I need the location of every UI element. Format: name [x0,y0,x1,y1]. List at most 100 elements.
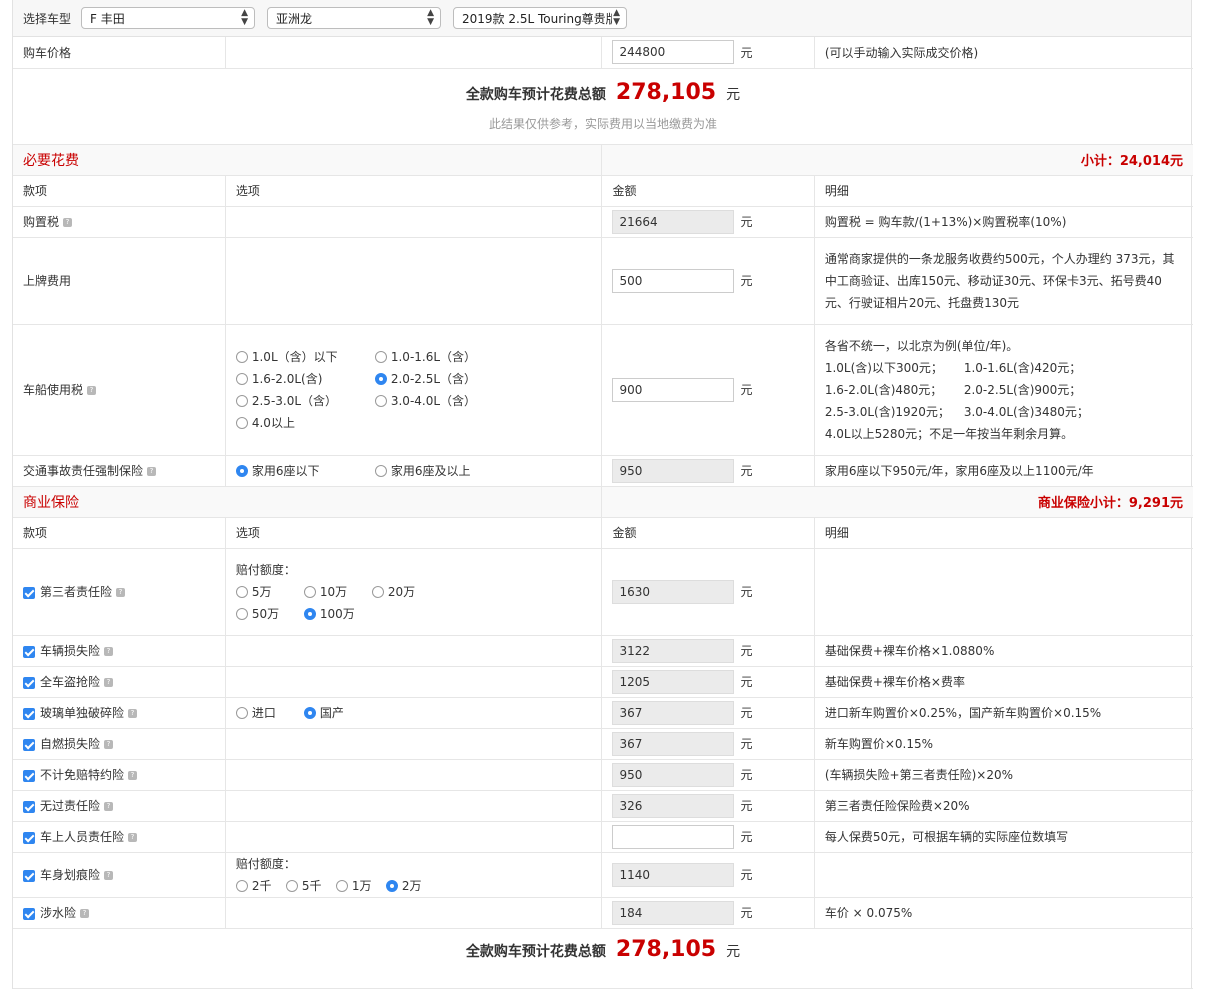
water-input: 184 [612,900,735,925]
coverage-option[interactable]: 10万 [303,581,372,603]
checkbox-checked-icon[interactable] [23,676,35,689]
price-input[interactable]: 244800 [612,40,735,65]
help-icon[interactable]: ? [128,833,138,842]
radio-icon [374,395,387,407]
glass-option[interactable]: 进口 [235,702,304,724]
required-section-title: 必要花费 [13,144,603,176]
summary-label: 全款购车预计花费总额 [465,87,606,103]
radio-icon [285,880,298,892]
option-label: 进口 [251,705,276,720]
fire-input: 367 [612,731,735,756]
scratch-option[interactable]: 5千 [285,875,336,897]
model-select-value: 2019款 2.5L Touring尊贵版 | [462,11,613,26]
purchase-tax-label: 购置税 [23,215,60,229]
scratch-option[interactable]: 2万 [385,875,422,897]
radio-icon [335,880,348,892]
help-icon[interactable]: ? [104,678,114,687]
car-cost-calculator: 选择车型 F 丰田 ▲ ▼ 亚洲龙 ▲ ▼ 2019款 2.5L Touring尊贵版 … [12,0,1193,989]
unit-label: 元 [740,868,753,882]
glass-option[interactable]: 国产 [303,702,344,724]
passenger-input[interactable] [612,824,735,849]
detail-line: 2.0-2.5L(含)900元； [963,382,1082,397]
radio-icon [303,586,316,598]
unit-label: 元 [740,830,753,844]
vehicle-tax-label: 车船使用税 [23,383,84,397]
required-column-headers: 款项 选项 金额 明细 [13,175,1193,207]
select-arrows-icon: ▲ ▼ [427,8,435,27]
unit-label: 元 [740,675,753,689]
help-icon[interactable]: ? [128,709,138,718]
checkbox-checked-icon[interactable] [23,831,35,844]
radio-icon [235,880,248,892]
help-icon[interactable]: ? [104,871,114,880]
compulsory-option[interactable]: 家用6座及以上 [374,460,471,482]
brand-select[interactable]: F 丰田 ▲ ▼ [81,7,256,29]
unit-label: 元 [740,215,753,229]
radio-icon [371,586,384,598]
coverage-option[interactable]: 5万 [235,581,304,603]
plate-fee-input[interactable]: 500 [612,268,735,293]
detail-line: 4.0L以上5280元；不足一年按当年剩余月算。 [824,426,1074,441]
price-note: (可以手动输入实际成交价格) [814,37,1193,69]
unit-label: 元 [740,644,753,658]
option-label: 家用6座以下 [251,463,320,478]
footer-summary-label: 全款购车预计花费总额 [465,943,606,960]
compulsory-input: 950 [612,458,735,483]
option-label: 50万 [251,606,280,621]
radio-icon [374,351,387,363]
summary-unit: 元 [726,87,741,103]
vehicle-tax-option[interactable]: 1.6-2.0L(含) [235,368,375,390]
unit-label: 元 [740,768,753,782]
model-select[interactable]: 2019款 2.5L Touring尊贵版 | ▲ ▼ [453,7,628,29]
checkbox-checked-icon[interactable] [23,869,35,882]
radio-icon [235,351,248,363]
option-label: 20万 [387,584,416,599]
footer-summary-unit: 元 [726,943,741,960]
coverage-label: 赔付额度： [235,856,296,871]
fire-row: 自燃损失险? 367 元 新车购置价×0.15% [13,728,1193,760]
vehicle-tax-option[interactable]: 3.0-4.0L（含） [374,390,476,412]
compulsory-insurance-label: 交通事故责任强制保险 [23,464,144,478]
water-detail: 车价 × 0.075% [814,897,1193,929]
checkbox-checked-icon[interactable] [23,707,35,720]
coverage-option[interactable]: 20万 [371,581,416,603]
water-label: 涉水险 [40,906,77,920]
detail-line: 1.0L(含)以下300元； [824,360,943,375]
series-select[interactable]: 亚洲龙 ▲ ▼ [267,7,442,29]
checkbox-checked-icon[interactable] [23,907,35,920]
vehicle-tax-option[interactable]: 2.0-2.5L（含） [374,368,476,390]
coverage-option[interactable]: 50万 [235,603,304,625]
column-header-option: 选项 [225,517,603,549]
checkbox-checked-icon[interactable] [23,769,35,782]
help-icon[interactable]: ? [147,467,157,476]
vehicle-tax-option[interactable]: 4.0以上 [235,412,295,434]
option-label: 1.0L（含）以下 [251,349,338,364]
help-icon[interactable]: ? [116,588,126,597]
column-header-detail: 明细 [814,517,1193,549]
column-header-item: 款项 [13,517,226,549]
commercial-section-title: 商业保险 [13,486,603,518]
help-icon[interactable]: ? [104,802,114,811]
help-icon[interactable]: ? [104,740,114,749]
unit-label: 元 [740,464,753,478]
help-icon[interactable]: ? [87,386,97,395]
compulsory-option[interactable]: 家用6座以下 [235,460,375,482]
model-selector-label: 选择车型 [23,11,72,26]
vehicle-tax-option[interactable]: 1.0-1.6L（含） [374,346,476,368]
scratch-option[interactable]: 1万 [335,875,386,897]
help-icon[interactable]: ? [80,909,90,918]
fire-detail: 新车购置价×0.15% [814,728,1193,760]
coverage-option[interactable]: 100万 [303,603,355,625]
vehicle-tax-option[interactable]: 1.0L（含）以下 [235,346,375,368]
help-icon[interactable]: ? [104,647,114,656]
scratch-input: 1140 [612,862,735,887]
vehicle-tax-input[interactable]: 900 [612,377,735,402]
checkbox-checked-icon[interactable] [23,586,35,599]
scratch-option[interactable]: 2千 [235,875,286,897]
checkbox-checked-icon[interactable] [23,738,35,751]
checkbox-checked-icon[interactable] [23,800,35,813]
checkbox-checked-icon[interactable] [23,645,35,658]
help-icon[interactable]: ? [128,771,138,780]
vehicle-tax-option[interactable]: 2.5-3.0L（含） [235,390,375,412]
help-icon[interactable]: ? [63,218,73,227]
